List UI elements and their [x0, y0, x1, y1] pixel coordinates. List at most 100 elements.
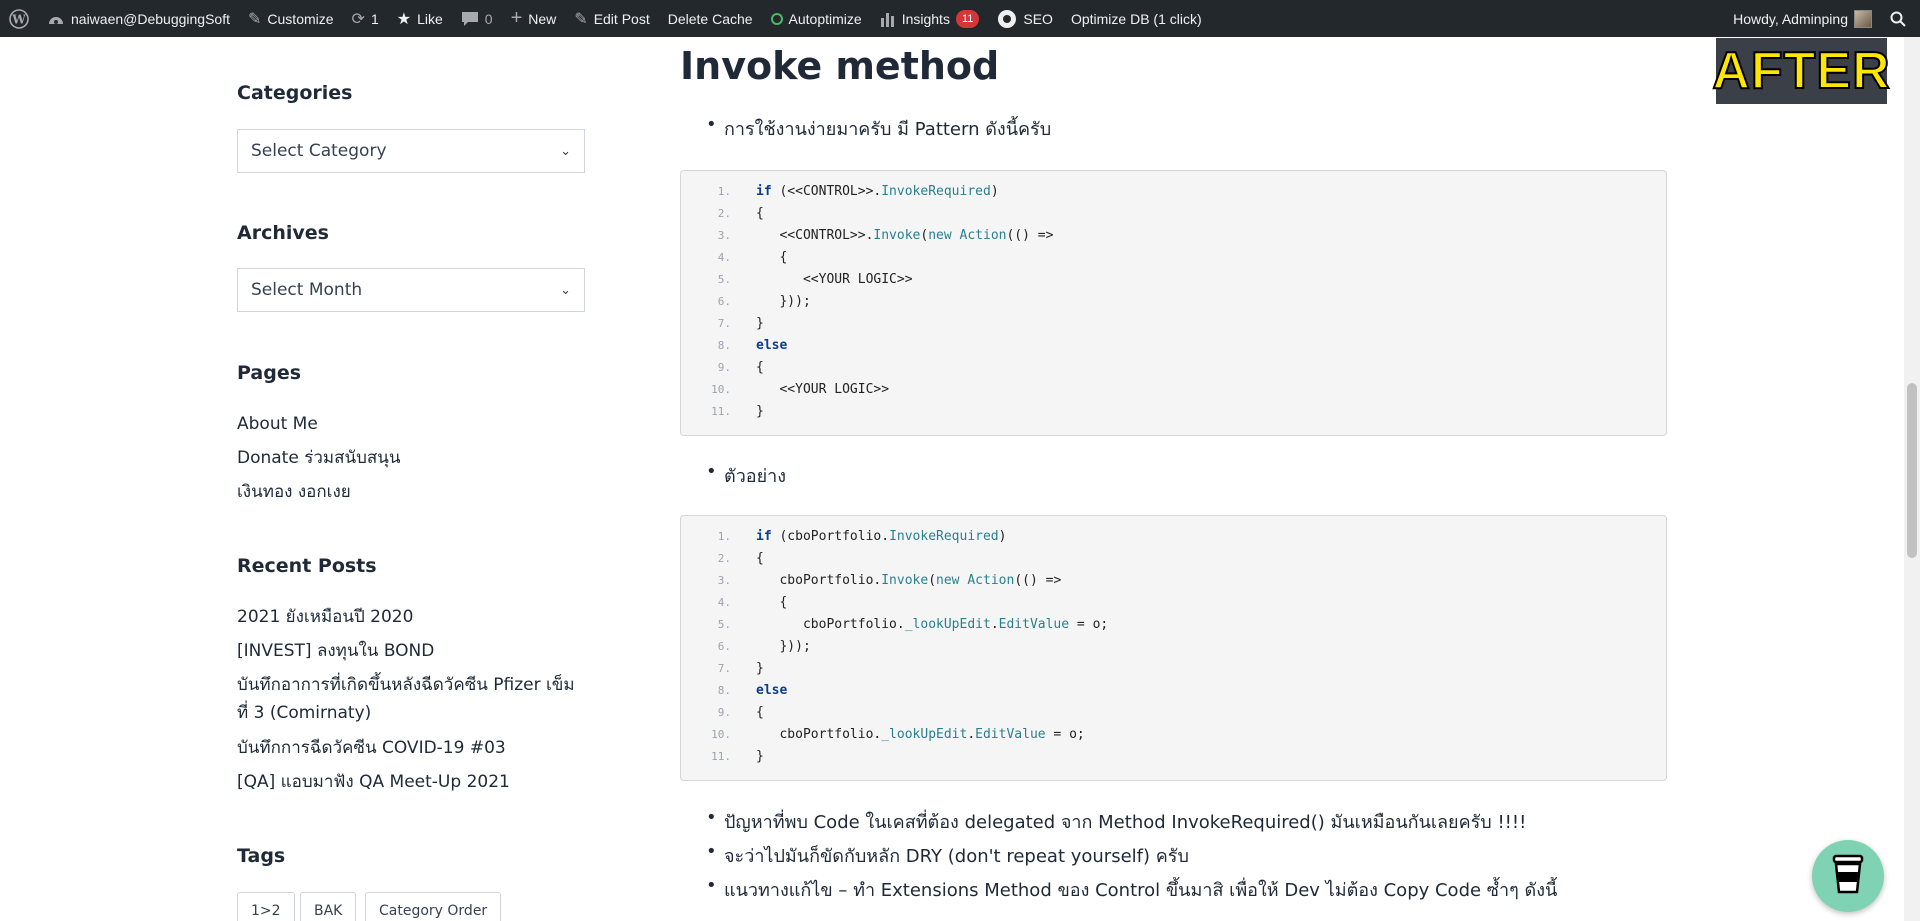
updates-count: 1: [370, 10, 379, 27]
site-name-menu[interactable]: naiwaen@DebuggingSoft: [38, 0, 239, 37]
recent-post-link[interactable]: บันทึกการฉีดวัคซีน COVID-19 #03: [237, 734, 585, 762]
pages-title: Pages: [237, 362, 302, 384]
line-number: 7.: [717, 317, 731, 330]
archive-select[interactable]: Select Month ⌄: [237, 268, 585, 312]
cup-icon: [1828, 852, 1868, 900]
category-select-value: Select Category: [251, 141, 387, 161]
recent-post-link[interactable]: 2021 ยังเหมือนปี 2020: [237, 603, 585, 631]
category-select[interactable]: Select Category ⌄: [237, 129, 585, 173]
code-text: }: [756, 404, 764, 419]
after-label: AFTER: [1711, 41, 1891, 101]
chevron-down-icon: ⌄: [560, 282, 571, 298]
brush-icon: ✎: [248, 10, 262, 28]
code-line: 7.}: [681, 658, 1661, 680]
code-text: }));: [756, 294, 811, 309]
plus-icon: +: [510, 7, 523, 29]
search-icon: [1890, 11, 1906, 27]
new-content-link[interactable]: + New: [502, 0, 566, 37]
line-number: 4.: [717, 251, 731, 264]
recent-post-link[interactable]: [QA] แอบมาฟัง QA Meet-Up 2021: [237, 768, 585, 796]
customize-link[interactable]: ✎ Customize: [239, 0, 343, 37]
code-text: cboPortfolio._lookUpEdit.EditValue = o;: [756, 727, 1085, 742]
code-line: 1. if (<<CONTROL>>.InvokeRequired): [681, 181, 1661, 203]
line-number: 1.: [717, 530, 731, 543]
line-number: 9.: [717, 706, 731, 719]
code-text: <<YOUR LOGIC>>: [756, 272, 913, 287]
status-circle-icon: [770, 12, 783, 25]
code-text: <<YOUR LOGIC>>: [756, 382, 890, 397]
seo-link[interactable]: SEO: [988, 0, 1062, 37]
my-account-menu[interactable]: Howdy, Adminping: [1724, 0, 1881, 37]
insights-link[interactable]: Insights 11: [871, 0, 989, 37]
tag-link[interactable]: Category Order: [365, 892, 502, 921]
code-text: else: [756, 338, 788, 353]
after-label-badge: AFTER: [1711, 38, 1891, 104]
like-label: Like: [417, 10, 443, 27]
code-text: {: [756, 206, 764, 221]
recent-post-link[interactable]: [INVEST] ลงทุนใน BOND: [237, 637, 585, 665]
line-number: 5.: [717, 273, 731, 286]
page-link-money[interactable]: เงินทอง งอกเงย: [237, 478, 585, 506]
code-text: }: [756, 661, 764, 676]
dashboard-icon: [47, 11, 65, 27]
line-number: 9.: [717, 361, 731, 374]
optimize-db-link[interactable]: Optimize DB (1 click): [1062, 0, 1211, 37]
search-button[interactable]: [1881, 0, 1920, 37]
seo-icon: [997, 9, 1017, 29]
admin-bar: W naiwaen@DebuggingSoft ✎ Customize ⟳ 1 …: [0, 0, 1920, 37]
code-text: }: [756, 316, 764, 331]
edit-post-link[interactable]: ✎ Edit Post: [565, 0, 658, 37]
customize-label: Customize: [267, 10, 334, 27]
bullet-text: จะว่าไปมันก็ขัดกับหลัก DRY (don't repeat…: [706, 841, 1189, 870]
like-link[interactable]: ★ Like: [388, 0, 452, 37]
delete-cache-link[interactable]: Delete Cache: [659, 0, 762, 37]
code-text: {: [756, 551, 764, 566]
code-line: 3. <<CONTROL>>.Invoke(new Action(() =>: [681, 225, 1661, 247]
code-line: 8. else: [681, 680, 1661, 702]
autoptimize-label: Autoptimize: [788, 10, 862, 27]
code-line: 4. {: [681, 247, 1661, 269]
line-number: 3.: [717, 574, 731, 587]
code-line: 2. {: [681, 203, 1661, 225]
seo-label: SEO: [1023, 10, 1053, 27]
archive-select-value: Select Month: [251, 280, 363, 300]
bullet-text: การใช้งานง่ายมาครับ มี Pattern ดังนี้ครั…: [706, 114, 1051, 143]
comments-link[interactable]: 0: [452, 0, 502, 37]
line-number: 2.: [717, 552, 731, 565]
page-link-donate[interactable]: Donate ร่วมสนับสนุน: [237, 444, 585, 472]
recent-post-link[interactable]: บันทึกอาการที่เกิดขึ้นหลังฉีดวัคซีน Pfiz…: [237, 671, 585, 727]
line-number: 6.: [717, 295, 731, 308]
line-number: 7.: [717, 662, 731, 675]
code-text: cboPortfolio.Invoke(new Action(() =>: [756, 573, 1062, 588]
buy-me-coffee-button[interactable]: [1812, 840, 1884, 912]
bar-chart-icon: [880, 11, 896, 27]
insights-count-badge: 11: [955, 9, 980, 28]
code-text: {: [756, 705, 764, 720]
howdy-label: Howdy, Adminping: [1733, 10, 1848, 27]
code-line: 2. {: [681, 548, 1661, 570]
categories-title: Categories: [237, 82, 353, 104]
code-line: 4. {: [681, 592, 1661, 614]
chevron-down-icon: ⌄: [560, 143, 571, 159]
code-text: }));: [756, 639, 811, 654]
insights-label: Insights: [901, 10, 950, 27]
line-number: 2.: [717, 207, 731, 220]
tag-link[interactable]: BAK: [300, 892, 357, 921]
scrollbar-thumb[interactable]: [1907, 383, 1917, 558]
code-text: else: [756, 683, 788, 698]
code-line: 11.}: [681, 401, 1661, 423]
line-number: 4.: [717, 596, 731, 609]
page-link-about[interactable]: About Me: [237, 410, 585, 438]
wordpress-logo-button[interactable]: W: [0, 0, 38, 37]
code-text: {: [756, 360, 764, 375]
code-line: 6. }));: [681, 291, 1661, 313]
archives-title: Archives: [237, 222, 329, 244]
line-number: 10.: [711, 383, 731, 396]
code-line: 3. cboPortfolio.Invoke(new Action(() =>: [681, 570, 1661, 592]
autoptimize-link[interactable]: Autoptimize: [762, 0, 871, 37]
tag-link[interactable]: 1>2: [237, 892, 295, 921]
code-line: 10. <<YOUR LOGIC>>: [681, 379, 1661, 401]
updates-link[interactable]: ⟳ 1: [343, 0, 388, 37]
bullet-text: ตัวอย่าง: [706, 461, 786, 490]
code-text: if (<<CONTROL>>.InvokeRequired): [756, 184, 999, 199]
